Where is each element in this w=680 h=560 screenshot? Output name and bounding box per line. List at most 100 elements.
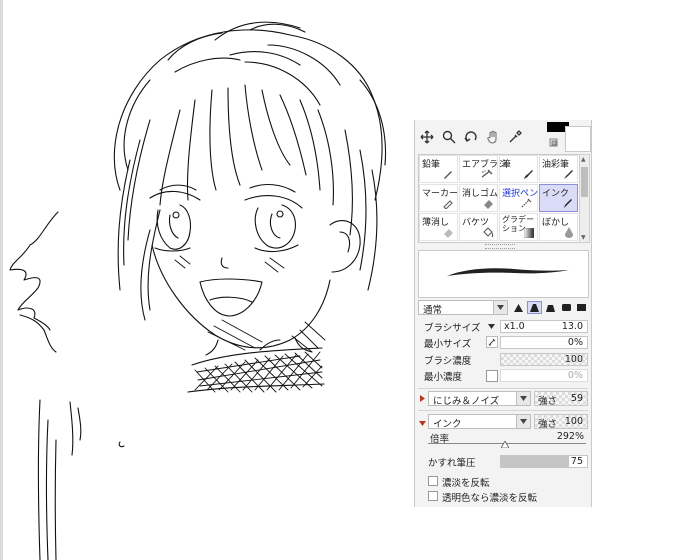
scrollbar-thumb[interactable]: [581, 167, 588, 197]
brush-cell-airbrush[interactable]: エアブラシ: [459, 155, 507, 183]
min-size-field[interactable]: 0%: [500, 336, 588, 349]
scroll-up-icon[interactable]: ▲: [581, 156, 586, 163]
chevron-down-icon: [516, 392, 530, 405]
brush-label: 鉛筆: [422, 160, 441, 170]
invert-density-checkbox[interactable]: [428, 476, 438, 486]
brush-size-field[interactable]: x1.0 13.0: [500, 320, 588, 333]
collapse-arrow-icon[interactable]: [419, 418, 426, 429]
min-density-field[interactable]: 0%: [500, 369, 588, 382]
magnification-value: 292%: [556, 431, 584, 442]
hand-icon: [487, 130, 497, 144]
min-size-value: 0%: [567, 337, 583, 348]
size-multiplier-dropdown-icon[interactable]: [488, 321, 495, 332]
brush-density-slider[interactable]: 100: [500, 353, 588, 366]
brush-cell-gradient[interactable]: グラデーション: [499, 213, 538, 241]
brush-cell-blur[interactable]: ぼかし: [539, 213, 578, 241]
blend-mode-select[interactable]: 通常: [418, 300, 508, 316]
zoom-tool-button[interactable]: [439, 126, 459, 148]
blur-pressure-slider[interactable]: 75: [500, 455, 588, 468]
brush-size-value: 13.0: [561, 321, 583, 332]
chevron-down-icon: [516, 415, 530, 428]
rotate-tool-button[interactable]: [461, 126, 481, 148]
rotate-icon: [464, 131, 477, 142]
blur-pressure-row: かすれ筆圧 75: [418, 455, 588, 469]
eyedropper-icon: [509, 130, 522, 143]
square-icon: [577, 304, 586, 311]
shape-soft-button[interactable]: [511, 301, 526, 314]
min-density-pressure-checkbox[interactable]: [486, 370, 498, 382]
shape-square-soft-button[interactable]: [559, 301, 574, 314]
texture-select[interactable]: にじみ＆ノイズ: [428, 391, 531, 407]
brush-cell-eraser[interactable]: 消しゴム: [459, 184, 498, 212]
expand-arrow-icon[interactable]: [420, 394, 425, 405]
hand-tool-button[interactable]: [483, 126, 503, 148]
trapezoid-icon: [546, 304, 555, 312]
brush-icon: [524, 170, 533, 179]
invert-density-row[interactable]: 濃淡を反転: [418, 475, 588, 489]
brush-cell-ink[interactable]: インク: [539, 184, 578, 212]
tool-toolbar: [417, 126, 549, 150]
eyedropper-tool-button[interactable]: [505, 126, 525, 148]
blur-pressure-value: 75: [570, 456, 583, 467]
magnification-control[interactable]: 倍率 292%: [428, 431, 586, 453]
brush-cell-brush[interactable]: 筆: [499, 155, 538, 183]
brush-cell-oil-brush[interactable]: 油彩筆: [539, 155, 578, 183]
brush-shape-group: [511, 301, 587, 314]
eraser-icon: [484, 200, 493, 209]
blur-icon: [565, 227, 573, 238]
shape-medium-button[interactable]: [527, 301, 542, 314]
chevron-down-icon: [493, 301, 507, 314]
texture-strength-slider[interactable]: 強さ 59: [534, 391, 588, 407]
brush-label: 筆: [502, 160, 512, 170]
strength-label: 強さ: [538, 419, 558, 430]
swap-colors-icon[interactable]: [549, 138, 559, 148]
brush-type-value: インク: [433, 419, 462, 430]
pen-pressure-icon: [488, 338, 496, 346]
brush-stroke-preview: [418, 250, 589, 298]
ink-pen-icon: [564, 199, 572, 208]
triangle-medium-icon: [530, 303, 539, 312]
brush-density-row: ブラシ濃度 100: [418, 353, 588, 367]
brush-cell-pencil[interactable]: 鉛筆: [419, 155, 458, 183]
brush-palette-scrollbar[interactable]: ▲ ▼: [579, 154, 590, 243]
light-eraser-icon: [444, 229, 453, 238]
pressure-toggle[interactable]: [486, 336, 498, 348]
oil-brush-icon: [564, 170, 573, 179]
brush-type-strength-value: 100: [564, 416, 583, 427]
brush-size-label: ブラシサイズ: [424, 323, 481, 334]
brush-cell-light-eraser[interactable]: 薄消し: [419, 213, 458, 241]
brush-cell-selection-pen[interactable]: 選択ペン: [499, 184, 538, 212]
shape-hard-button[interactable]: [543, 301, 558, 314]
selection-pen-icon: [521, 198, 532, 208]
background-color-swatch[interactable]: [565, 126, 591, 152]
min-size-row: 最小サイズ 0%: [418, 336, 588, 350]
invert-transparent-checkbox[interactable]: [428, 491, 438, 501]
invert-density-label: 濃淡を反転: [442, 478, 490, 489]
brush-density-value: 100: [564, 354, 583, 365]
texture-value: にじみ＆ノイズ: [433, 396, 500, 407]
scroll-down-icon[interactable]: ▼: [581, 234, 586, 241]
divider: [418, 388, 588, 389]
magnification-handle[interactable]: [500, 440, 511, 449]
min-size-label: 最小サイズ: [424, 339, 472, 350]
divider: [418, 410, 588, 411]
brush-size-row: ブラシサイズ x1.0 13.0: [418, 320, 588, 334]
panel-splitter[interactable]: [485, 244, 515, 249]
brush-palette: 鉛筆 エアブラシ 筆 油彩筆 マーカー 消しゴム 選択ペン インク 薄消し バケ…: [418, 154, 580, 243]
min-density-label: 最小濃度: [424, 372, 463, 383]
airbrush-icon: [481, 169, 493, 178]
size-multiplier: x1.0: [504, 321, 525, 332]
brush-tool-panel: 鉛筆 エアブラシ 筆 油彩筆 マーカー 消しゴム 選択ペン インク 薄消し バケ…: [414, 120, 592, 507]
min-density-value: 0%: [567, 370, 583, 381]
brush-type-select[interactable]: インク: [428, 414, 531, 430]
min-density-row: 最小濃度 0%: [418, 369, 588, 383]
square-rounded-icon: [562, 304, 571, 311]
invert-transparent-label: 透明色なら濃淡を反転: [442, 493, 538, 504]
brush-cell-bucket[interactable]: バケツ: [459, 213, 498, 241]
invert-transparent-row[interactable]: 透明色なら濃淡を反転: [418, 490, 588, 504]
bucket-icon: [483, 227, 494, 238]
brush-cell-marker[interactable]: マーカー: [419, 184, 458, 212]
shape-square-button[interactable]: [574, 301, 589, 314]
move-tool-button[interactable]: [417, 126, 437, 148]
brush-type-strength-slider[interactable]: 強さ 100: [534, 414, 588, 430]
